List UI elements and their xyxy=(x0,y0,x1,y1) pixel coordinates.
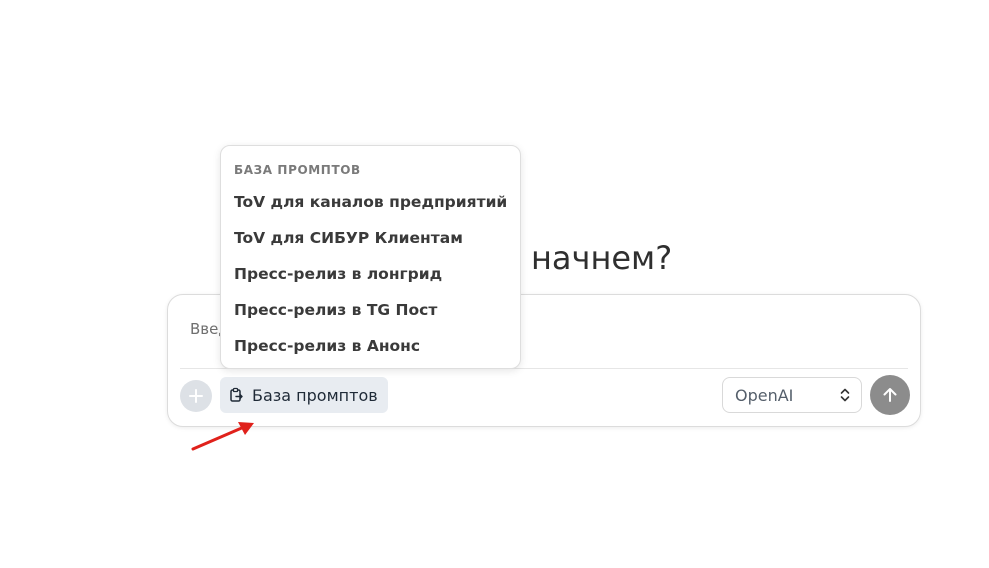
prompt-item[interactable]: ToV для каналов предприятий xyxy=(221,184,520,220)
prompt-item[interactable]: Пресс-релиз в лонгрид xyxy=(221,256,520,292)
arrow-up-icon xyxy=(883,388,897,402)
plus-icon xyxy=(189,389,203,403)
prompt-library-header: БАЗА ПРОМПТОВ xyxy=(234,163,361,177)
prompt-item[interactable]: Пресс-релиз в Анонс xyxy=(221,328,520,364)
page: начнем? База промптов OpenAI xyxy=(0,0,989,568)
attach-button[interactable] xyxy=(180,380,212,412)
prompt-library-button-label: База промптов xyxy=(252,385,378,405)
prompt-library-button[interactable]: База промптов xyxy=(220,377,388,413)
page-headline: начнем? xyxy=(531,239,673,277)
chevron-up-down-icon xyxy=(840,388,850,402)
send-button[interactable] xyxy=(870,375,910,415)
model-select-value: OpenAI xyxy=(735,385,794,405)
prompt-library-dropdown: БАЗА ПРОМПТОВ ToV для каналов предприяти… xyxy=(220,145,521,369)
prompt-item[interactable]: ToV для СИБУР Клиентам xyxy=(221,220,520,256)
prompt-item[interactable]: Пресс-релиз в TG Пост xyxy=(221,292,520,328)
red-arrow-icon xyxy=(191,422,254,451)
model-select[interactable]: OpenAI xyxy=(722,377,862,413)
clipboard-arrow-icon xyxy=(230,387,243,402)
